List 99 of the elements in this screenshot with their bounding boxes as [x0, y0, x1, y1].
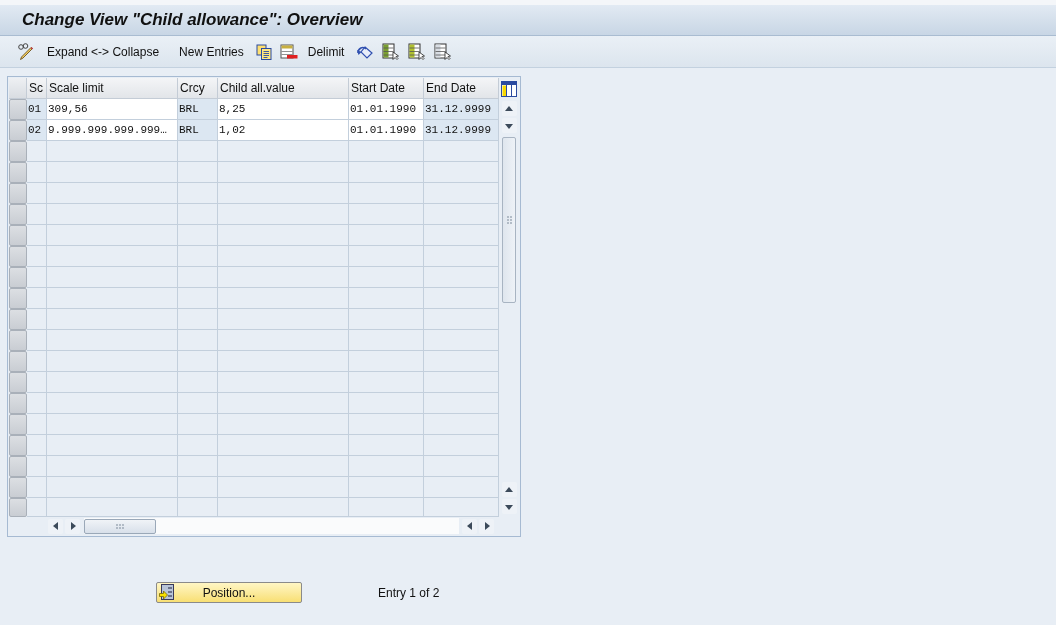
arrow-list-icon [159, 584, 174, 600]
empty-cell [178, 414, 218, 435]
toolbar-button[interactable]: Expand <-> Collapse [45, 42, 162, 61]
empty-cell [178, 246, 218, 267]
copy-icon[interactable] [255, 43, 272, 60]
row-selector[interactable] [9, 330, 27, 351]
row-selector[interactable] [9, 498, 27, 517]
empty-cell [27, 204, 47, 225]
table-cell: BRL [178, 120, 218, 141]
empty-cell [178, 498, 218, 517]
empty-cell [27, 225, 47, 246]
toolbar-button[interactable]: New Entries [177, 42, 246, 61]
table-cell: 8,25 [218, 99, 349, 120]
empty-cell [178, 288, 218, 309]
scroll-up-button[interactable] [501, 101, 517, 116]
empty-cell [178, 351, 218, 372]
table-cell: 309,56 [47, 99, 178, 120]
empty-cell [178, 477, 218, 498]
row-selector[interactable] [9, 99, 27, 120]
column-header[interactable]: Start Date [349, 78, 424, 99]
toolbar-button[interactable]: Delimit [305, 42, 347, 61]
empty-cell [178, 435, 218, 456]
empty-cell [178, 372, 218, 393]
scroll-right-button[interactable] [65, 518, 80, 534]
row-selector[interactable] [9, 162, 27, 183]
window-title: Change View "Child allowance": Overview [22, 9, 363, 32]
row-selector[interactable] [9, 393, 27, 414]
table-cell: 01 [27, 99, 47, 120]
row-selector[interactable] [9, 225, 27, 246]
empty-cell [27, 414, 47, 435]
scroll-left-button[interactable] [462, 518, 477, 534]
row-selector[interactable] [9, 456, 27, 477]
empty-cell [178, 204, 218, 225]
empty-cell [178, 309, 218, 330]
table-cell: 01.01.1990 [349, 99, 424, 120]
table-cell: 01.01.1990 [349, 120, 424, 141]
row-selector[interactable] [9, 351, 27, 372]
scrollbar-thumb[interactable] [84, 518, 156, 534]
empty-cell [27, 288, 47, 309]
empty-cell [178, 225, 218, 246]
empty-cell [27, 372, 47, 393]
row-selector[interactable] [9, 120, 27, 141]
row-selector[interactable] [9, 414, 27, 435]
column-header[interactable]: Sc [27, 78, 47, 99]
empty-cell [27, 330, 47, 351]
scroll-right-button[interactable] [479, 518, 494, 534]
empty-cell [27, 309, 47, 330]
empty-cell [27, 246, 47, 267]
column-header[interactable]: Crcy [178, 78, 218, 99]
row-selector[interactable] [9, 309, 27, 330]
row-selector[interactable] [9, 372, 27, 393]
scroll-down-button[interactable] [501, 118, 517, 133]
empty-cell [27, 477, 47, 498]
table-cell: 02 [27, 120, 47, 141]
empty-cell [178, 183, 218, 204]
column-header[interactable]: End Date [424, 78, 499, 99]
table-cell: 9.999.999.999.999… [47, 120, 178, 141]
column-header[interactable]: Child all.value [218, 78, 349, 99]
empty-cell [27, 267, 47, 288]
row-selector[interactable] [9, 141, 27, 162]
row-selector[interactable] [9, 288, 27, 309]
table-cell: 1,02 [218, 120, 349, 141]
table-minus-icon[interactable] [279, 43, 298, 60]
empty-cell [178, 330, 218, 351]
row-selector[interactable] [9, 435, 27, 456]
empty-cell [178, 456, 218, 477]
grip-icon [506, 216, 512, 224]
table-cell: 31.12.9999 [424, 99, 499, 120]
grip-icon [116, 523, 124, 529]
table-cursor-icon[interactable] [408, 43, 427, 60]
position-button[interactable]: Position... [156, 582, 302, 603]
empty-cell [27, 351, 47, 372]
empty-cell [178, 393, 218, 414]
row-selector[interactable] [9, 204, 27, 225]
empty-cell [27, 393, 47, 414]
empty-cell [27, 456, 47, 477]
scroll-up-button[interactable] [501, 482, 517, 497]
scroll-left-button[interactable] [48, 518, 63, 534]
row-selector[interactable] [9, 477, 27, 498]
empty-cell [27, 162, 47, 183]
entry-count: Entry 1 of 2 [378, 584, 440, 602]
table-cursor-icon[interactable] [434, 43, 453, 60]
table-cell: 31.12.9999 [424, 120, 499, 141]
scrollbar-thumb[interactable] [502, 137, 516, 303]
table-cursor-icon[interactable] [382, 43, 401, 60]
empty-cell [178, 162, 218, 183]
scroll-down-button[interactable] [501, 499, 517, 514]
table-cell: BRL [178, 99, 218, 120]
empty-cell [27, 183, 47, 204]
glasses-pencil-icon[interactable] [17, 42, 35, 61]
empty-cell [178, 267, 218, 288]
empty-cell [178, 141, 218, 162]
select-all-button[interactable] [9, 78, 27, 99]
columns-icon[interactable] [501, 80, 517, 97]
row-selector[interactable] [9, 246, 27, 267]
row-selector[interactable] [9, 267, 27, 288]
row-selector[interactable] [9, 183, 27, 204]
column-header[interactable]: Scale limit [47, 78, 178, 99]
empty-cell [27, 435, 47, 456]
